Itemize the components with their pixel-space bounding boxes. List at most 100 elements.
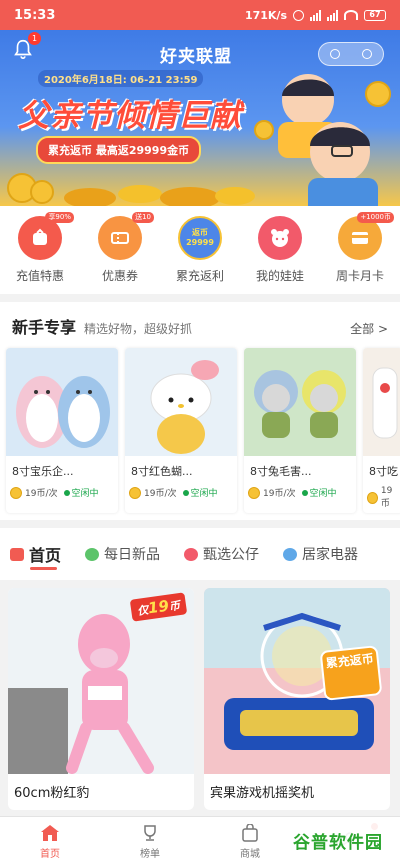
category-label: 优惠券 <box>101 269 138 283</box>
product-name: 8寸红色蝴... <box>131 465 193 478</box>
grid-product-image: 累充返币 <box>204 588 390 774</box>
site-watermark: 谷普软件园 <box>282 822 394 858</box>
signal-icon <box>310 9 321 21</box>
nav-ranking[interactable]: 榜单 <box>100 817 200 866</box>
leaf-icon <box>85 547 100 561</box>
banner-headline: 父亲节倾情巨献 <box>18 98 242 134</box>
tab-home-appliances[interactable]: 居家电器 <box>283 528 358 580</box>
product-price: 19币/次 <box>144 489 177 499</box>
grid-product-name: 60cm粉红豹 <box>14 786 90 801</box>
category-tag: +1000币 <box>357 212 394 223</box>
nav-home[interactable]: 首页 <box>0 817 100 866</box>
status-dot-icon <box>63 489 70 496</box>
rebate-icon: 返币 29999 <box>178 216 222 260</box>
category-label: 我的娃娃 <box>255 269 304 283</box>
promo-badge: 累充返币 <box>319 645 383 701</box>
category-label: 累充返利 <box>175 269 224 283</box>
home-icon <box>41 824 59 841</box>
status-dot-icon <box>182 489 189 496</box>
product-name: 8寸吃 <box>369 465 398 478</box>
status-icons: 171K/s 67 <box>245 9 386 22</box>
tab-label: 甄选公仔 <box>203 547 260 563</box>
category-tag: 送10 <box>132 212 154 223</box>
event-date: 2020年6月18日: 06-21 23:59 <box>38 70 204 87</box>
grid-product-card[interactable]: 仅19币 60cm粉红豹 <box>8 588 194 810</box>
grid-product-card[interactable]: 累充返币 宾果游戏机摇奖机 <box>204 588 390 810</box>
coupon-icon: 送10 <box>98 212 154 260</box>
tab-home[interactable]: 首页 <box>10 528 61 580</box>
bear-icon <box>184 547 199 561</box>
close-icon[interactable] <box>362 49 372 59</box>
product-image <box>244 348 356 456</box>
category-tag: 享90% <box>45 212 74 223</box>
price-suffix: 币 <box>168 599 181 614</box>
card-icon: +1000币 <box>338 212 394 260</box>
battery-icon: 67 <box>364 9 386 21</box>
category-weekly-card[interactable]: +1000币 周卡月卡 <box>325 212 395 294</box>
notification-badge: 1 <box>28 32 41 45</box>
product-card[interactable]: 8寸吃 19币 <box>363 348 400 513</box>
more-icon[interactable] <box>330 49 340 59</box>
coin-icon <box>367 491 378 504</box>
product-name: 8寸兔毛害... <box>250 465 312 478</box>
coin-icon <box>129 486 141 499</box>
category-tabs: 首页 每日新品 甄选公仔 居家电器 <box>0 528 400 580</box>
rebate-icon-text: 返币 29999 <box>186 228 214 247</box>
hero-banner[interactable]: 1 好夹联盟 2020年6月18日: 06-21 23:59 父亲节倾情巨献 累… <box>0 30 400 206</box>
grid-product-name: 宾果游戏机摇奖机 <box>210 786 315 801</box>
shopping-bag-icon <box>242 823 258 842</box>
product-grid: 仅19币 60cm粉红豹 累充返币 宾果游戏机摇奖机 <box>0 580 400 816</box>
product-status: 空闲中 <box>309 489 337 499</box>
status-bar: 15:33 171K/s 67 <box>0 0 400 30</box>
product-carousel[interactable]: 8寸宝乐企... 19币/次 空闲中 8寸红色蝴... 19币/次 空闲中 8寸兔毛… <box>6 348 400 513</box>
trophy-icon <box>144 824 156 841</box>
tab-daily-new[interactable]: 每日新品 <box>85 528 160 580</box>
status-dot-icon <box>301 489 308 496</box>
view-all-link[interactable]: 全部 > <box>350 320 388 337</box>
gold-coins-illustration <box>64 185 255 206</box>
nav-label: 商城 <box>240 848 260 860</box>
section-subtitle: 精选好物，超级好抓 <box>84 322 193 336</box>
product-price: 19币 <box>380 486 393 509</box>
section-title: 新手专享 <box>12 318 77 337</box>
category-bar: 享90% 充值特惠 送10 优惠券 返币 29999 累充返利 我的娃娃 +10… <box>0 206 400 294</box>
app-title: 好夹联盟 <box>160 47 232 67</box>
appliance-icon <box>283 547 298 561</box>
category-my-dolls[interactable]: 我的娃娃 <box>245 216 315 294</box>
product-name: 8寸宝乐企... <box>12 465 74 478</box>
product-status: 空闲中 <box>71 489 99 499</box>
tab-label: 每日新品 <box>104 547 161 563</box>
product-status: 空闲中 <box>190 489 218 499</box>
home-tab-icon <box>10 547 24 561</box>
doll-face-icon <box>258 216 302 260</box>
tab-label: 首页 <box>29 546 62 565</box>
recharge-icon: 享90% <box>18 212 74 260</box>
product-card[interactable]: 8寸兔毛害... 19币/次 空闲中 <box>244 348 356 513</box>
father-child-illustration <box>254 74 391 206</box>
tab-label: 居家电器 <box>302 547 359 563</box>
category-label: 周卡月卡 <box>335 269 384 283</box>
wifi-icon <box>344 10 358 20</box>
coin-pile-icon <box>7 173 54 204</box>
product-price: 19币/次 <box>25 489 58 499</box>
product-image <box>363 348 400 456</box>
nav-label: 首页 <box>40 848 60 860</box>
status-time: 15:33 <box>14 7 56 23</box>
alarm-icon <box>293 9 304 21</box>
coin-icon <box>248 486 260 499</box>
product-image <box>125 348 237 456</box>
product-image <box>6 348 118 456</box>
category-rebate[interactable]: 返币 29999 累充返利 <box>165 216 235 294</box>
banner-subline: 累充返币 最高返29999金币 <box>36 136 202 164</box>
coin-icon <box>10 486 22 499</box>
product-card[interactable]: 8寸宝乐企... 19币/次 空闲中 <box>6 348 118 513</box>
network-speed: 171K/s <box>244 8 287 22</box>
product-price: 19币/次 <box>263 489 296 499</box>
signal-icon-2 <box>327 9 338 21</box>
newbie-section: 新手专享 精选好物，超级好抓 全部 > 8寸宝乐企... 19币/次 空闲中 8寸… <box>0 302 400 520</box>
category-recharge[interactable]: 享90% 充值特惠 <box>5 212 75 294</box>
nav-label: 榜单 <box>140 848 160 860</box>
category-coupon[interactable]: 送10 优惠券 <box>85 212 155 294</box>
tab-selected-dolls[interactable]: 甄选公仔 <box>184 528 259 580</box>
product-card[interactable]: 8寸红色蝴... 19币/次 空闲中 <box>125 348 237 513</box>
